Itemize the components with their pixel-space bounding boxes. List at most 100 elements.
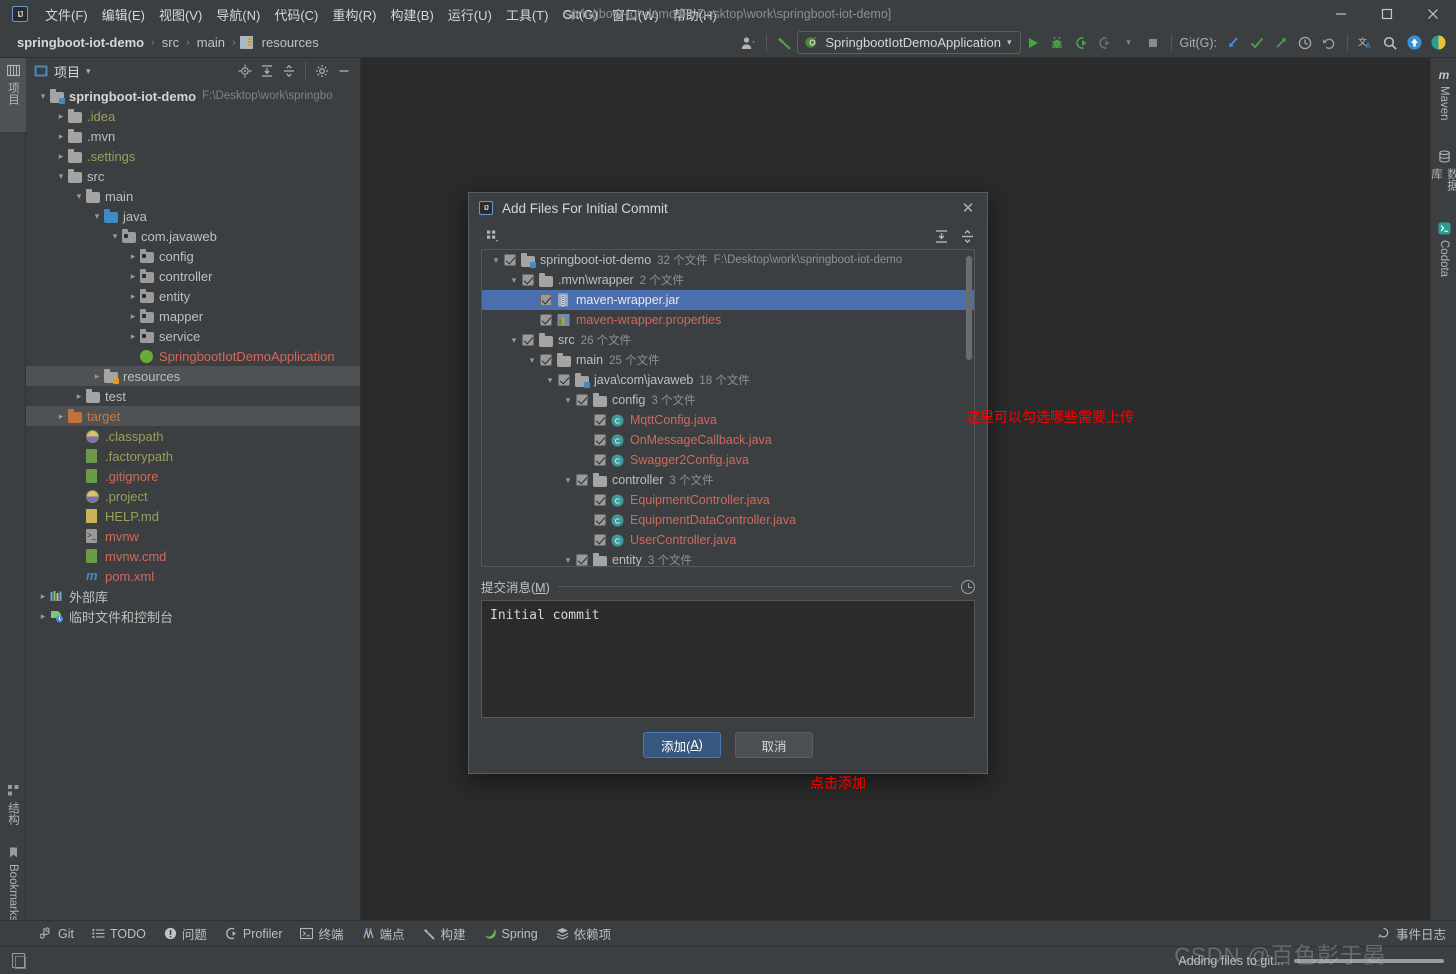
menu-edit[interactable]: 编辑(E)	[95, 1, 152, 28]
codota-icon[interactable]	[1426, 31, 1450, 55]
search-everywhere-icon[interactable]	[1378, 31, 1402, 55]
dlg-node-maven-wrapper-jar[interactable]: maven-wrapper.jar	[482, 290, 974, 310]
tree-node-mapper[interactable]: ▸ mapper	[26, 306, 360, 326]
dlg-node-equipmentcontroller[interactable]: C EquipmentController.java	[482, 490, 974, 510]
tree-node-main[interactable]: ▾ main	[26, 186, 360, 206]
bottom-tab-dependencies[interactable]: 依赖项	[548, 921, 620, 946]
tree-node-target[interactable]: ▸ target	[26, 406, 360, 426]
chevron-down-icon[interactable]: ▾	[488, 255, 504, 266]
file-checkbox[interactable]	[504, 254, 516, 266]
dialog-close-icon[interactable]: ✕	[957, 197, 979, 219]
dlg-node-swagger2config[interactable]: C Swagger2Config.java	[482, 450, 974, 470]
commit-message-input[interactable]	[481, 600, 975, 718]
dlg-node-equipmentdatacontroller[interactable]: C EquipmentDataController.java	[482, 510, 974, 530]
chevron-right-icon[interactable]: ▸	[54, 411, 68, 422]
bottom-tab-problems[interactable]: 问题	[156, 921, 215, 946]
bottom-tab-todo[interactable]: TODO	[84, 924, 154, 944]
tree-node-mvn[interactable]: ▸ .mvn	[26, 126, 360, 146]
chevron-right-icon[interactable]: ▸	[72, 391, 86, 402]
file-checkbox[interactable]	[594, 454, 606, 466]
file-checkbox[interactable]	[558, 374, 570, 386]
tree-node-factorypath[interactable]: .factorypath	[26, 446, 360, 466]
chevron-right-icon[interactable]: ▸	[54, 131, 68, 142]
file-checkbox[interactable]	[540, 354, 552, 366]
dialog-expand-all-icon[interactable]	[931, 226, 951, 246]
dlg-node-mvn-wrapper[interactable]: ▾ .mvn\wrapper 2 个文件	[482, 270, 974, 290]
upload-icon[interactable]	[1402, 31, 1426, 55]
dlg-node-entity[interactable]: ▾ entity 3 个文件	[482, 550, 974, 566]
chevron-down-icon[interactable]: ▾	[90, 211, 104, 222]
tree-node-springbootiotdemoapplication[interactable]: SpringbootIotDemoApplication	[26, 346, 360, 366]
minimize-button[interactable]	[1318, 0, 1364, 28]
tree-node-idea[interactable]: ▸ .idea	[26, 106, 360, 126]
dlg-node-main[interactable]: ▾ main 25 个文件	[482, 350, 974, 370]
tree-node-pomxml[interactable]: m pom.xml	[26, 566, 360, 586]
menu-view[interactable]: 视图(V)	[152, 1, 209, 28]
project-panel-caret-icon[interactable]: ▾	[86, 66, 91, 77]
gear-icon[interactable]	[312, 61, 332, 81]
git-update-project-icon[interactable]	[1221, 31, 1245, 55]
tree-node-project[interactable]: .project	[26, 486, 360, 506]
file-checkbox[interactable]	[522, 274, 534, 286]
chevron-right-icon[interactable]: ▸	[126, 311, 140, 322]
menu-run[interactable]: 运行(U)	[441, 1, 499, 28]
chevron-down-icon[interactable]: ▾	[506, 335, 522, 346]
menu-tools[interactable]: 工具(T)	[499, 1, 556, 28]
run-configuration-selector[interactable]: SpringbootIotDemoApplication ▾	[797, 31, 1021, 54]
tree-node-entity[interactable]: ▸ entity	[26, 286, 360, 306]
chevron-right-icon[interactable]: ▸	[36, 611, 50, 622]
tree-node-external-libraries[interactable]: ▸ 外部库	[26, 586, 360, 606]
tree-node-classpath[interactable]: .classpath	[26, 426, 360, 446]
collapse-all-icon[interactable]	[279, 61, 299, 81]
expand-all-icon[interactable]	[257, 61, 277, 81]
chevron-down-icon[interactable]: ▾	[36, 91, 50, 102]
profiler-icon[interactable]	[1093, 31, 1117, 55]
dialog-file-tree[interactable]: ▾ springboot-iot-demo 32 个文件 F:\Desktop\wor…	[482, 250, 974, 566]
translate-icon[interactable]: 文A	[1354, 31, 1378, 55]
chevron-down-icon[interactable]: ▾	[542, 375, 558, 386]
tree-node-service[interactable]: ▸ service	[26, 326, 360, 346]
hide-icon[interactable]	[334, 61, 354, 81]
menu-refactor[interactable]: 重构(R)	[325, 1, 383, 28]
menu-file[interactable]: 文件(F)	[38, 1, 95, 28]
file-checkbox[interactable]	[594, 494, 606, 506]
profiler-dropdown-icon[interactable]: ▾	[1117, 31, 1141, 55]
tree-node-java[interactable]: ▾ java	[26, 206, 360, 226]
file-checkbox[interactable]	[576, 394, 588, 406]
bottom-tab-git[interactable]: Git	[32, 924, 82, 944]
dlg-node-onmessagecallback[interactable]: C OnMessageCallback.java	[482, 430, 974, 450]
bottom-tab-profiler[interactable]: Profiler	[217, 924, 291, 944]
chevron-right-icon[interactable]: ▸	[126, 291, 140, 302]
dlg-node-controller[interactable]: ▾ controller 3 个文件	[482, 470, 974, 490]
run-with-coverage-icon[interactable]	[1069, 31, 1093, 55]
file-checkbox[interactable]	[594, 414, 606, 426]
menu-navigate[interactable]: 导航(N)	[209, 1, 267, 28]
chevron-down-icon[interactable]: ▾	[72, 191, 86, 202]
chevron-down-icon[interactable]: ▾	[560, 555, 576, 566]
cancel-button[interactable]: 取消	[735, 732, 813, 758]
file-checkbox[interactable]	[522, 334, 534, 346]
bottom-tab-endpoints[interactable]: 端点	[354, 921, 413, 946]
tree-node-src[interactable]: ▾ src	[26, 166, 360, 186]
new-file-icon[interactable]	[12, 953, 26, 969]
dialog-collapse-all-icon[interactable]	[957, 226, 977, 246]
tree-node-controller[interactable]: ▸ controller	[26, 266, 360, 286]
menu-code[interactable]: 代码(C)	[267, 1, 325, 28]
sidebar-item-bookmarks[interactable]: Bookmarks	[0, 840, 26, 924]
tree-node-comjavaweb[interactable]: ▾ com.javaweb	[26, 226, 360, 246]
chevron-right-icon[interactable]: ▸	[126, 251, 140, 262]
dlg-node-config[interactable]: ▾ config 3 个文件	[482, 390, 974, 410]
debug-icon[interactable]	[1045, 31, 1069, 55]
clock-history-icon[interactable]	[961, 579, 975, 594]
breadcrumb-src[interactable]: src	[159, 34, 182, 51]
tree-node-scratches[interactable]: ▸ 临时文件和控制台	[26, 606, 360, 626]
add-button[interactable]: 添加(A)	[643, 732, 721, 758]
tree-node-gitignore[interactable]: .gitignore	[26, 466, 360, 486]
chevron-right-icon[interactable]: ▸	[54, 151, 68, 162]
profile-icon[interactable]	[736, 31, 760, 55]
dlg-node-javacomjavaweb[interactable]: ▾ java\com\javaweb 18 个文件	[482, 370, 974, 390]
git-commit-icon[interactable]	[1245, 31, 1269, 55]
maximize-button[interactable]	[1364, 0, 1410, 28]
chevron-right-icon[interactable]: ▸	[36, 591, 50, 602]
file-checkbox[interactable]	[594, 434, 606, 446]
